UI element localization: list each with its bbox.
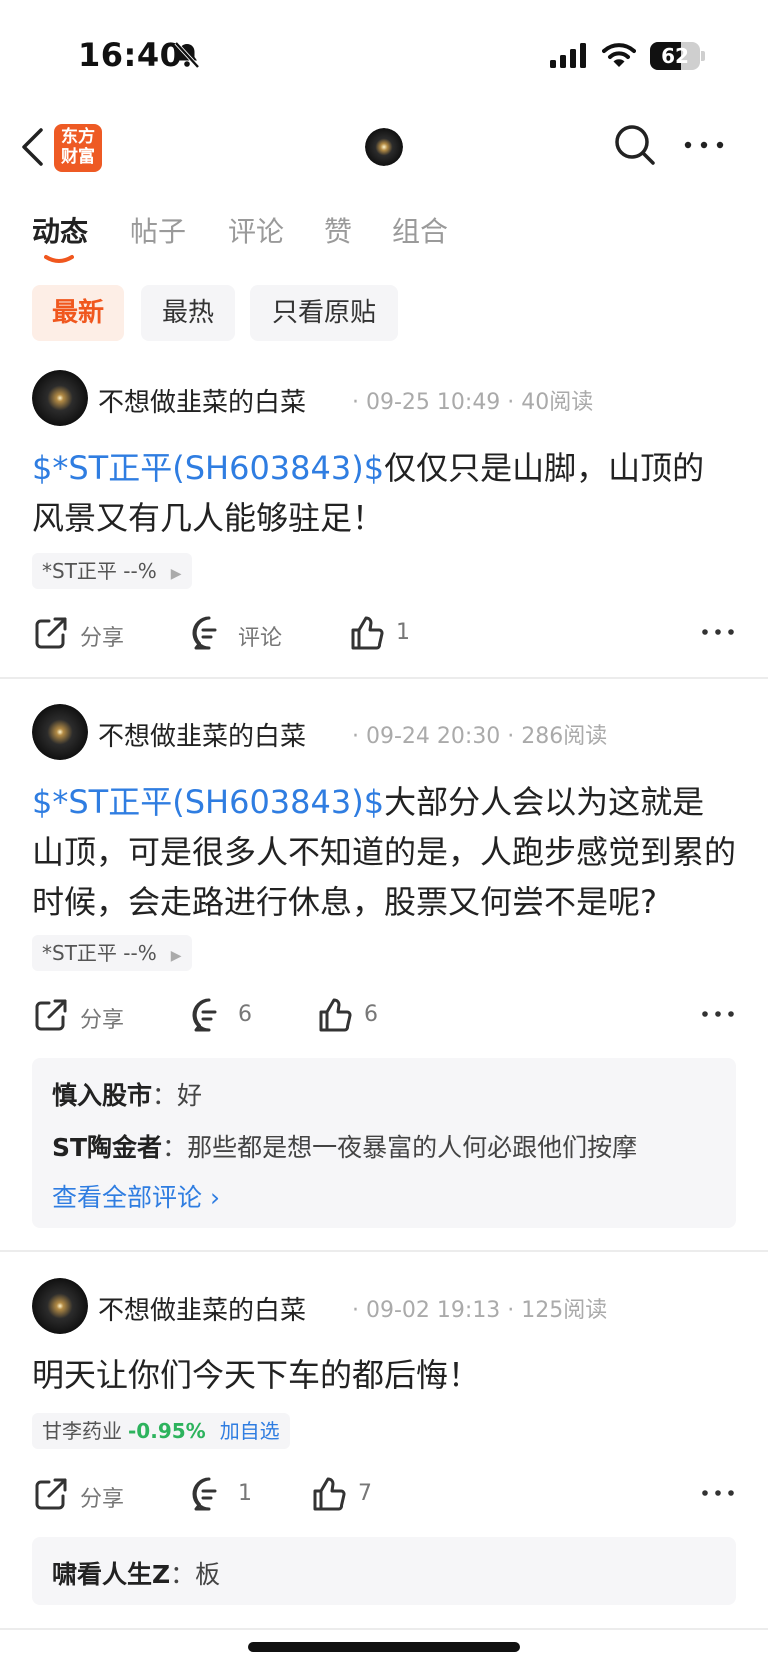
share-icon bbox=[35, 1478, 67, 1510]
author-name[interactable]: 不想做韭菜的白菜 bbox=[98, 1290, 306, 1327]
author-avatar[interactable] bbox=[32, 704, 88, 760]
comment-text: 好 bbox=[177, 1081, 203, 1110]
stock-tag-name: 甘李药业 bbox=[42, 1419, 122, 1443]
post-content[interactable]: 明天让你们今天下车的都后悔！ bbox=[32, 1350, 736, 1400]
filter-original-only[interactable]: 只看原贴 bbox=[250, 285, 398, 341]
author-name[interactable]: 不想做韭菜的白菜 bbox=[98, 382, 306, 419]
comment-button[interactable]: 评论 bbox=[190, 610, 300, 660]
top-navigation-bar: 东方 财富 bbox=[0, 108, 768, 188]
post-actions: 分享 6 6 bbox=[32, 992, 736, 1042]
share-icon bbox=[35, 999, 67, 1031]
add-to-watchlist-button[interactable]: 加自选 bbox=[220, 1419, 280, 1443]
stock-link[interactable]: $*ST正平(SH603843)$ bbox=[32, 449, 384, 487]
share-button[interactable]: 分享 bbox=[32, 610, 142, 660]
comment-item[interactable]: ST陶金者：那些都是想一夜暴富的人何必跟他们按摩 bbox=[52, 1128, 637, 1164]
view-all-comments-link[interactable]: 查看全部评论 › bbox=[52, 1178, 220, 1214]
author-avatar[interactable] bbox=[32, 370, 88, 426]
active-tab-indicator bbox=[44, 255, 74, 263]
more-options-icon[interactable] bbox=[682, 130, 726, 160]
share-icon bbox=[35, 617, 67, 649]
stock-link[interactable]: $*ST正平(SH603843)$ bbox=[32, 783, 384, 821]
thumbs-up-icon bbox=[319, 998, 352, 1032]
triangle-right-icon: ▶ bbox=[170, 948, 182, 964]
post-header: 不想做韭菜的白菜 · 09-25 10:49 · 40阅读 bbox=[32, 370, 736, 430]
comments-preview: 慎入股市：好 ST陶金者：那些都是想一夜暴富的人何必跟他们按摩 查看全部评论 › bbox=[32, 1058, 736, 1228]
comment-text: 板 bbox=[195, 1560, 221, 1589]
post-header: 不想做韭菜的白菜 · 09-24 20:30 · 286阅读 bbox=[32, 704, 736, 764]
post-more-icon[interactable] bbox=[700, 1002, 736, 1026]
thumbs-up-icon bbox=[313, 1477, 346, 1511]
comment-button[interactable]: 1 bbox=[190, 1471, 270, 1521]
post-divider bbox=[0, 1628, 768, 1630]
post-header: 不想做韭菜的白菜 · 09-02 19:13 · 125阅读 bbox=[32, 1278, 736, 1338]
tab-likes[interactable]: 赞 bbox=[324, 210, 352, 250]
post-actions: 分享 评论 1 bbox=[32, 610, 736, 660]
post-divider bbox=[0, 1250, 768, 1252]
post-meta: · 09-02 19:13 · 125阅读 bbox=[352, 1298, 608, 1323]
stock-tag[interactable]: *ST正平 --% ▶ bbox=[32, 553, 192, 589]
comment-text: 那些都是想一夜暴富的人何必跟他们按摩 bbox=[187, 1133, 638, 1162]
comment-icon bbox=[192, 616, 217, 650]
like-button[interactable]: 7 bbox=[310, 1471, 390, 1521]
post-more-icon[interactable] bbox=[700, 620, 736, 644]
stock-tag-change: -0.95% bbox=[128, 1419, 206, 1443]
comment-icon bbox=[192, 998, 217, 1032]
post-content[interactable]: $*ST正平(SH603843)$仅仅只是山脚，山顶的风景又有几人能够驻足！ bbox=[32, 443, 736, 543]
stock-tag[interactable]: *ST正平 --% ▶ bbox=[32, 935, 192, 971]
post-more-icon[interactable] bbox=[700, 1481, 736, 1505]
post-content[interactable]: $*ST正平(SH603843)$大部分人会以为这就是山顶，可是很多人不知道的是… bbox=[32, 777, 736, 927]
share-button[interactable]: 分享 bbox=[32, 1471, 142, 1521]
like-button[interactable]: 6 bbox=[316, 992, 396, 1042]
filter-hottest[interactable]: 最热 bbox=[141, 285, 235, 341]
status-bar: 16:40 62 bbox=[0, 0, 768, 108]
stock-tag[interactable]: 甘李药业 -0.95% 加自选 bbox=[32, 1413, 290, 1449]
status-time: 16:40 bbox=[78, 36, 183, 74]
like-button[interactable]: 1 bbox=[348, 610, 428, 660]
comment-icon bbox=[192, 1477, 217, 1511]
tab-portfolio[interactable]: 组合 bbox=[392, 210, 448, 250]
profile-feed-page: 16:40 62 东方 财富 动态 帖子 评论 赞 组合 最新 最热 只看原贴 … bbox=[0, 0, 768, 1667]
bell-off-icon bbox=[174, 41, 200, 69]
home-indicator bbox=[248, 1642, 520, 1652]
signal-icon bbox=[550, 43, 586, 68]
profile-tabs: 动态 帖子 评论 赞 组合 bbox=[0, 190, 768, 270]
tab-activity[interactable]: 动态 bbox=[32, 210, 88, 250]
search-icon[interactable] bbox=[612, 122, 658, 168]
post-divider bbox=[0, 677, 768, 679]
post-meta: · 09-24 20:30 · 286阅读 bbox=[352, 724, 608, 749]
wifi-icon bbox=[602, 43, 636, 67]
tab-posts[interactable]: 帖子 bbox=[130, 210, 186, 250]
comment-user[interactable]: 慎入股市 bbox=[52, 1081, 152, 1110]
comments-preview: 啸看人生Z：板 bbox=[32, 1537, 736, 1605]
triangle-right-icon: ▶ bbox=[170, 566, 182, 582]
tab-comments[interactable]: 评论 bbox=[228, 210, 284, 250]
comment-button[interactable]: 6 bbox=[190, 992, 270, 1042]
battery-indicator: 62 bbox=[650, 42, 705, 70]
app-logo[interactable]: 东方 财富 bbox=[54, 124, 102, 172]
thumbs-up-icon bbox=[351, 616, 384, 650]
author-avatar[interactable] bbox=[32, 1278, 88, 1334]
filter-latest[interactable]: 最新 bbox=[32, 285, 124, 341]
share-button[interactable]: 分享 bbox=[32, 992, 142, 1042]
user-avatar[interactable] bbox=[365, 128, 403, 166]
back-arrow-icon[interactable] bbox=[14, 122, 54, 172]
author-name[interactable]: 不想做韭菜的白菜 bbox=[98, 716, 306, 753]
comment-user[interactable]: ST陶金者 bbox=[52, 1133, 162, 1162]
comment-user[interactable]: 啸看人生Z bbox=[52, 1560, 170, 1589]
comment-item[interactable]: 慎入股市：好 bbox=[52, 1076, 202, 1112]
post-actions: 分享 1 7 bbox=[32, 1471, 736, 1521]
post-meta: · 09-25 10:49 · 40阅读 bbox=[352, 390, 594, 415]
comment-item[interactable]: 啸看人生Z：板 bbox=[52, 1555, 220, 1591]
battery-percentage: 62 bbox=[661, 44, 689, 68]
